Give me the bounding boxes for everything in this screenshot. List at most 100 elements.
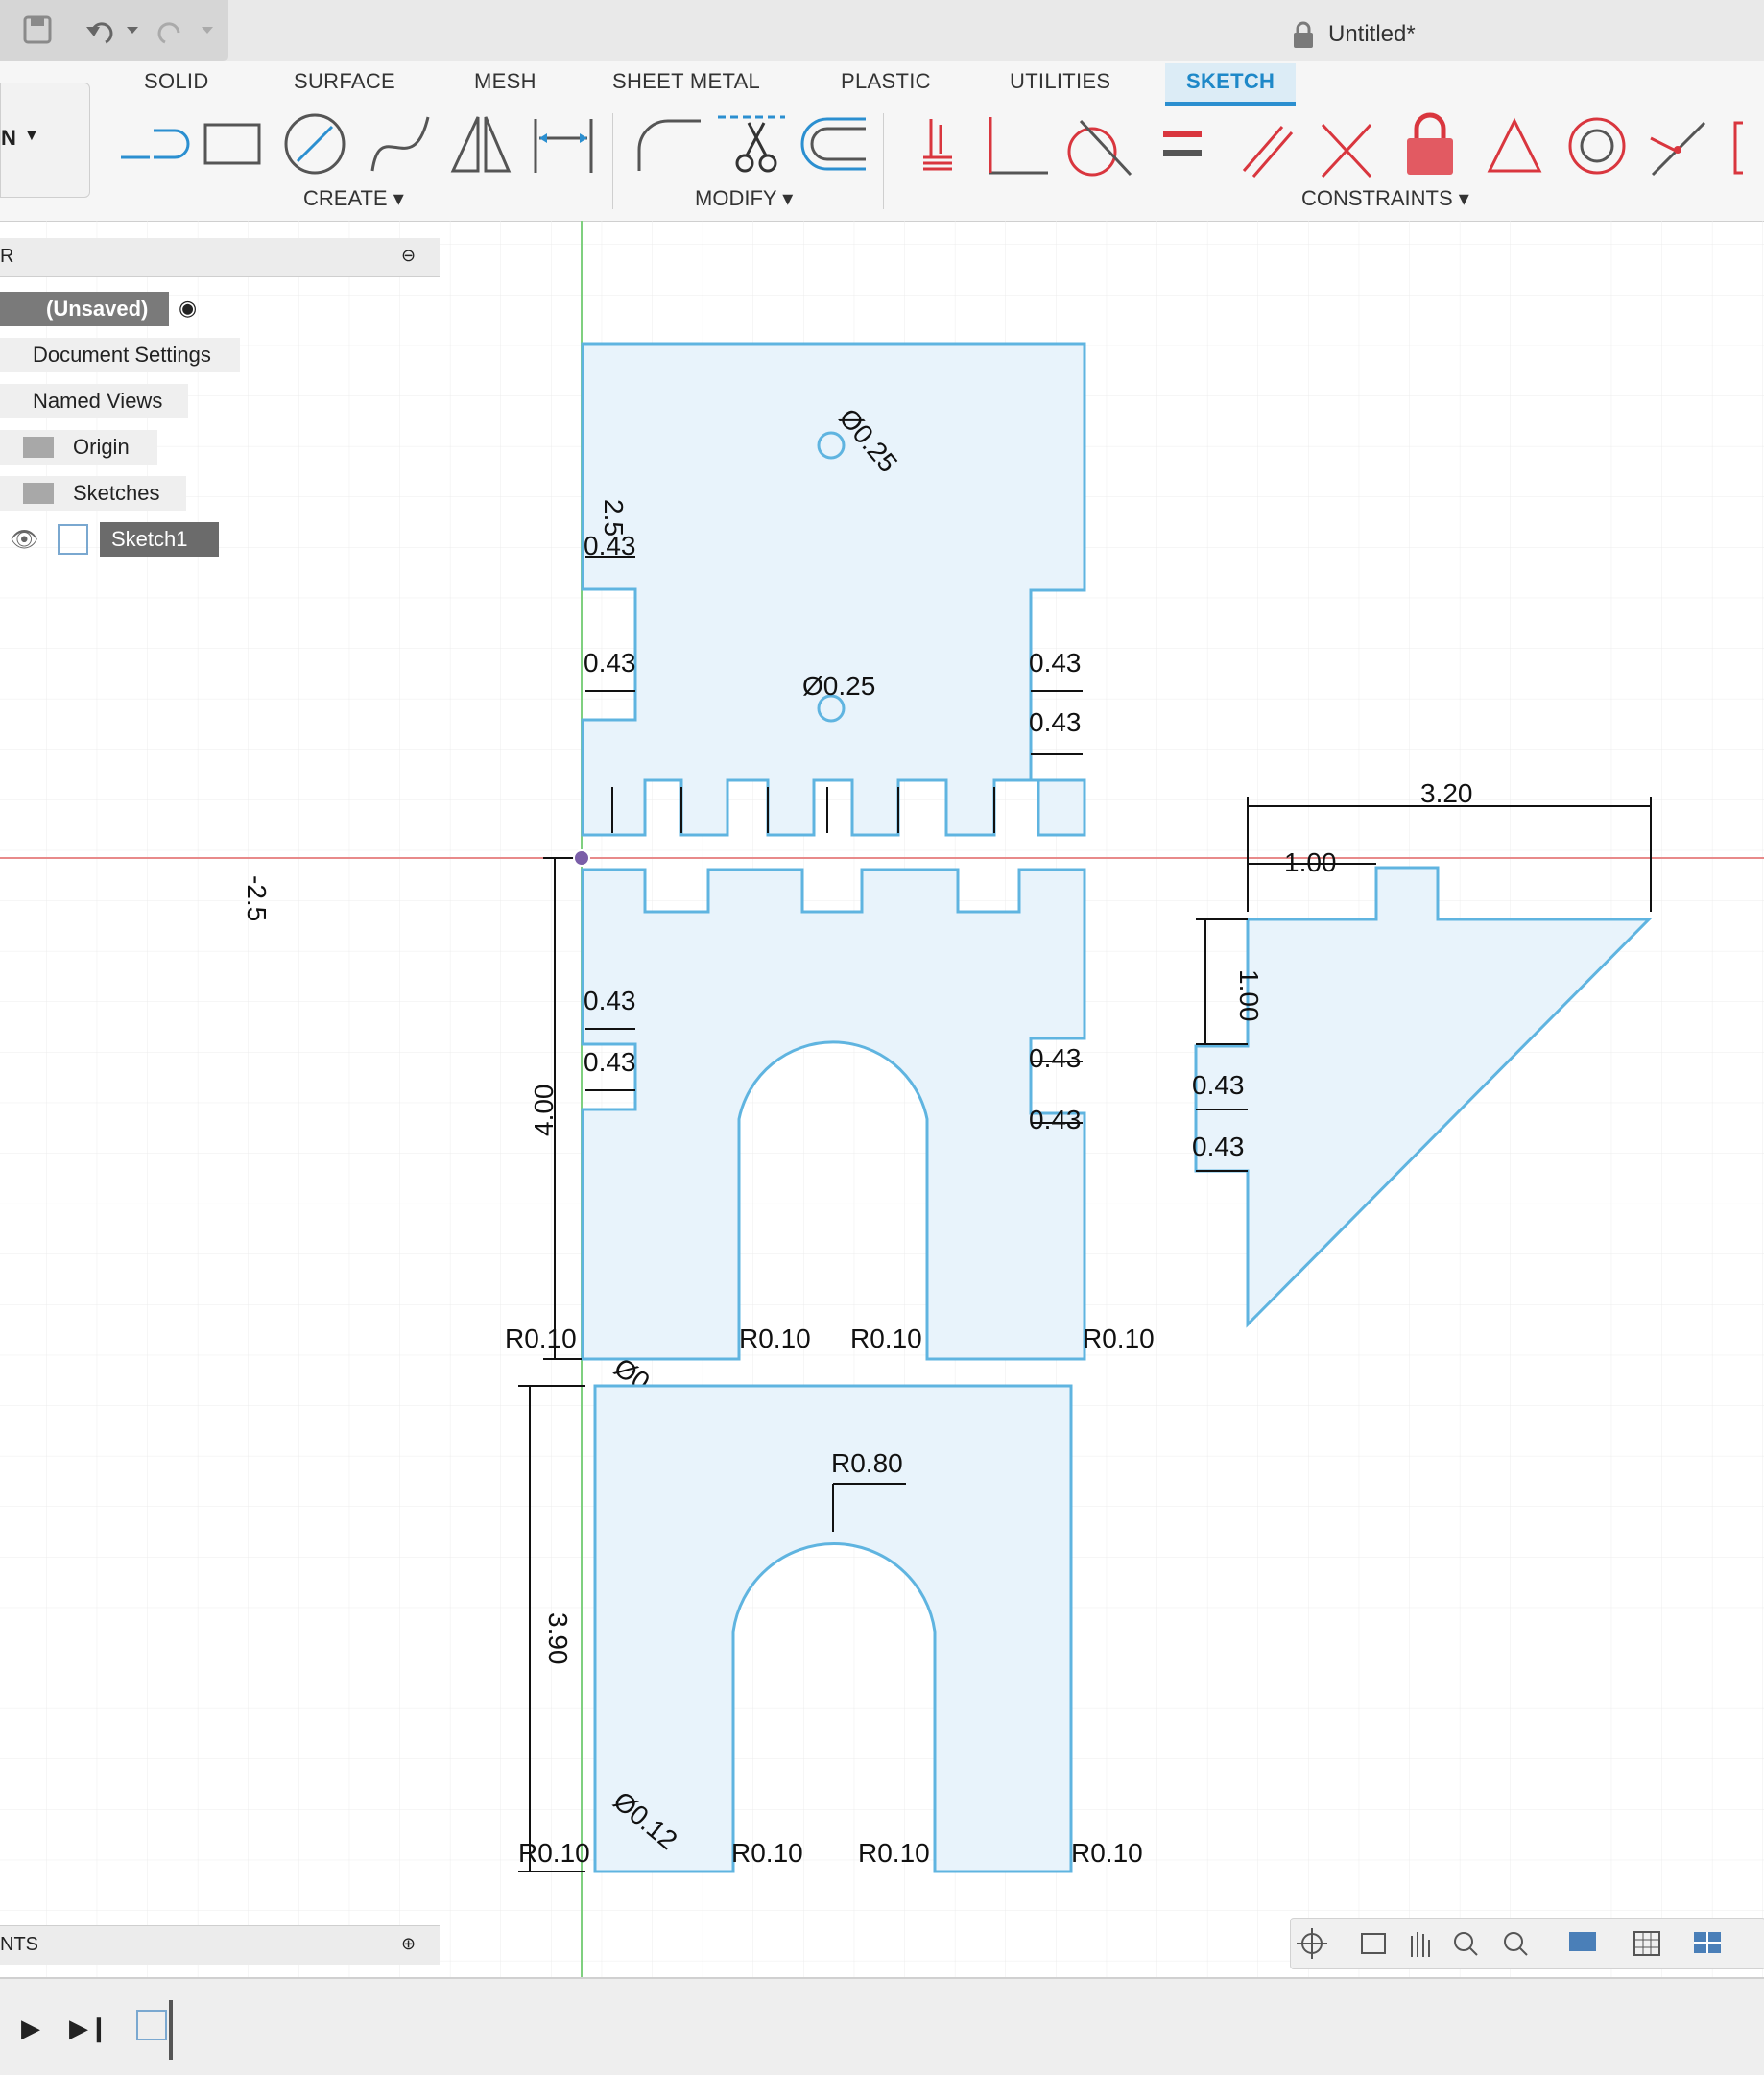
constraints-menu[interactable]: CONSTRAINTS ▾ [1301,186,1469,211]
equal-icon[interactable] [1163,131,1202,156]
tab-mesh[interactable]: MESH [474,69,536,94]
dimension-label[interactable]: 0.43 [584,986,636,1015]
dimension-label[interactable]: 0.43 [1029,707,1082,737]
quick-access-bar [0,0,228,61]
spline-icon[interactable] [370,116,430,172]
browser-node-sketch1[interactable]: Sketch1 [100,522,219,557]
browser-node-document-settings[interactable]: Document Settings [0,338,240,372]
mirror-icon[interactable] [450,116,512,173]
tab-utilities[interactable]: UTILITIES [1010,69,1110,94]
tab-plastic[interactable]: PLASTIC [841,69,931,94]
viewports-icon[interactable] [1694,1932,1721,1953]
grid-settings-icon[interactable] [1633,1931,1660,1956]
navigation-bar [1290,1918,1764,1969]
dimension-label[interactable]: 0.43 [1192,1132,1245,1161]
add-comment-icon[interactable]: ⊕ [401,1934,416,1954]
circle-icon[interactable] [284,113,346,175]
folder-icon [23,483,54,504]
perpendicular-icon[interactable] [1321,123,1372,179]
line-icon[interactable] [121,129,190,159]
eye-icon[interactable]: 👁 [10,526,38,554]
document-title: Untitled* [1328,21,1416,47]
active-radio-icon[interactable]: ◉ [179,296,197,321]
dimension-label[interactable]: R0.10 [731,1838,803,1868]
tangent-icon[interactable] [1067,119,1132,177]
dimension-label[interactable]: Ø0.25 [802,671,875,701]
browser-node-label: Document Settings [33,343,211,367]
browser-node-sketches[interactable]: Sketches [0,476,186,511]
zoom-icon[interactable] [1454,1932,1478,1956]
collapse-icon[interactable]: ⊖ [401,246,416,266]
timeline-sketch-icon[interactable] [136,2010,167,2040]
toolbar-separator [612,113,613,209]
coincident-icon[interactable] [923,119,952,171]
browser-title: R [0,246,14,267]
comments-title: NTS [0,1934,38,1955]
browser-node-root[interactable]: (Unsaved) [0,292,169,326]
dimension-label[interactable]: 1.00 [1284,847,1337,877]
timeline-marker[interactable] [169,2000,173,2060]
lock-constraint-icon[interactable] [1407,112,1453,175]
dimension-label[interactable]: R0.80 [831,1448,903,1478]
sketch-icon [58,524,88,555]
orbit-icon[interactable] [1297,1928,1327,1959]
pan-icon[interactable] [1411,1932,1430,1957]
dimension-label[interactable]: 0.43 [584,648,636,678]
fix-icon[interactable] [989,117,1048,175]
redo-icon[interactable] [157,22,213,44]
dimension-label[interactable]: 1.00 [1234,969,1264,1022]
dimension-label[interactable]: 0.43 [1029,648,1082,678]
create-menu[interactable]: CREATE ▾ [303,186,404,211]
browser-node-label: (Unsaved) [46,297,149,321]
toolbar-separator [883,113,884,209]
save-icon[interactable] [23,15,52,44]
dimension-label[interactable]: 0.43 [584,1047,636,1077]
browser-node-label: Origin [73,435,130,459]
undo-icon[interactable] [86,22,138,44]
tab-solid[interactable]: SOLID [144,69,209,94]
play-icon[interactable]: ▶ [21,2014,40,2043]
axis-label: -2.5 [242,875,272,921]
step-icon[interactable]: ▶❙ [69,2014,109,2043]
browser-node-label: Named Views [33,389,163,413]
tab-surface[interactable]: SURFACE [294,69,395,94]
offset-icon[interactable] [800,117,866,171]
dimension-icon[interactable] [534,119,593,173]
sketch-canvas[interactable]: Ø0.25 Ø0.25 2.5 0.43 0.43 0.43 0.43 0.43… [0,221,1764,1977]
folder-icon [23,437,54,458]
midpoint-icon[interactable] [1650,121,1706,177]
rectangle-icon[interactable] [203,123,261,165]
tab-sheet-metal[interactable]: SHEET METAL [612,69,760,94]
toolbar-icons [121,112,1743,192]
dimension-label[interactable]: R0.10 [858,1838,930,1868]
modify-menu[interactable]: MODIFY ▾ [695,186,793,211]
look-at-icon[interactable] [1361,1933,1386,1954]
browser-node-label: Sketches [73,481,160,505]
triangle-icon[interactable] [1487,117,1542,173]
origin-point[interactable] [573,849,590,867]
quick-access-icons [23,15,213,44]
title-bar: Untitled* [0,0,1764,61]
dimension-label[interactable]: R0.10 [739,1324,811,1353]
concentric-icon[interactable] [1568,117,1626,175]
comments-panel-header: NTS ⊕ [0,1925,440,1965]
parallel-icon[interactable] [1242,126,1294,178]
dimension-label[interactable]: R0.10 [1071,1838,1143,1868]
browser-node-named-views[interactable]: Named Views [0,384,188,418]
dimension-label[interactable]: R0.10 [850,1324,922,1353]
sketch-profile-top[interactable] [581,342,1086,837]
browser-node-label: Sketch1 [111,527,188,551]
dimension-label[interactable]: 0.43 [1192,1070,1245,1100]
fillet-icon[interactable] [637,119,701,171]
dimension-label[interactable]: 3.90 [543,1612,573,1665]
display-settings-icon[interactable] [1569,1932,1596,1951]
trim-icon[interactable] [718,115,785,173]
dimension-label[interactable]: 0.43 [1029,1105,1082,1134]
dimension-label[interactable]: R0.10 [505,1324,577,1353]
browser-node-origin[interactable]: Origin [0,430,157,465]
more-constraints-icon[interactable] [1733,121,1743,175]
dimension-label[interactable]: R0.10 [1083,1324,1155,1353]
dimension-label[interactable]: 3.20 [1420,778,1473,808]
fit-icon[interactable] [1504,1932,1528,1956]
dimension-label[interactable]: 0.43 [1029,1043,1082,1073]
